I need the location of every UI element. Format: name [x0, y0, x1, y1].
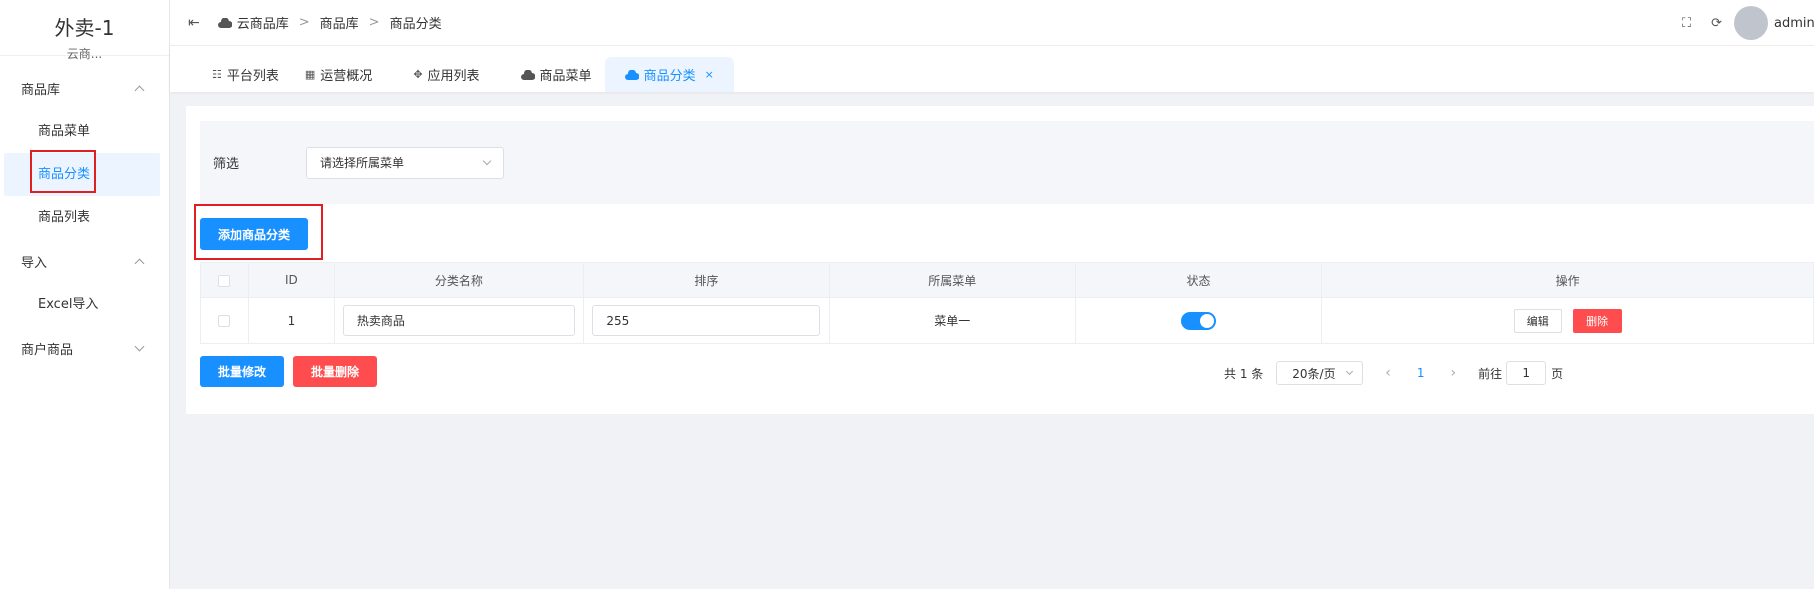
- sidebar-item-product-category[interactable]: 商品分类: [4, 150, 160, 196]
- sidebar-item-product-list[interactable]: 商品列表: [0, 196, 169, 239]
- sidebar: 外卖-1 云商... 商品库 商品菜单 商品分类 商品列表 导入 Excel导入…: [0, 0, 170, 589]
- column-header: 分类名称: [333, 262, 584, 298]
- page-number[interactable]: 1: [1417, 366, 1425, 380]
- collapse-menu-icon[interactable]: ⇤: [188, 15, 200, 31]
- pagination: 共 1 条 20条/页 ‹ 1 › 前往 1 页: [1224, 361, 1563, 385]
- chevron-down-icon: [482, 156, 492, 166]
- brand-title: 外卖-1: [54, 16, 115, 40]
- close-icon[interactable]: ×: [705, 68, 714, 81]
- tab-app-list[interactable]: ✥ 应用列表: [385, 57, 492, 92]
- goto-page-input[interactable]: 1: [1506, 361, 1547, 385]
- delete-button[interactable]: 删除: [1572, 308, 1622, 333]
- tabs-bar: ☷ 平台列表 ▦ 运营概况 ✥ 应用列表 商品菜单 商品分类 ×: [170, 46, 1814, 92]
- tab-operations-overview[interactable]: ▦ 运营概况: [292, 57, 385, 92]
- tab-product-menu[interactable]: 商品菜单: [493, 57, 605, 92]
- avatar[interactable]: [1734, 6, 1768, 40]
- sidebar-item-excel-import[interactable]: Excel导入: [0, 283, 169, 326]
- tab-label: 应用列表: [427, 69, 480, 84]
- prev-page-icon[interactable]: ‹: [1385, 365, 1391, 381]
- apps-icon: ✥: [413, 68, 423, 81]
- cloud-icon: [217, 17, 232, 28]
- tab-platform-list[interactable]: ☷ 平台列表: [199, 57, 292, 92]
- sidebar-group-merchant-products[interactable]: 商户商品: [0, 326, 169, 370]
- filter-bar: 筛选 请选择所属菜单: [200, 121, 1814, 204]
- row-select-cell: [200, 297, 249, 344]
- column-header: 操作: [1321, 262, 1814, 298]
- add-category-button[interactable]: 添加商品分类: [200, 218, 308, 250]
- next-page-icon[interactable]: ›: [1451, 365, 1457, 381]
- chevron-down-icon: [134, 341, 145, 351]
- tab-label: 平台列表: [226, 69, 279, 84]
- tab-product-category[interactable]: 商品分类 ×: [604, 57, 734, 92]
- column-header: 状态: [1074, 262, 1323, 298]
- select-placeholder: 请选择所属菜单: [320, 156, 405, 170]
- sidebar-group-product-library[interactable]: 商品库: [0, 66, 169, 110]
- table-header-row: ID 分类名称 排序 所属菜单 状态 操作: [200, 262, 1814, 298]
- fullscreen-icon[interactable]: ⛶: [1682, 16, 1691, 31]
- breadcrumb: 云商品库 > 商品库 > 商品分类: [217, 13, 442, 32]
- highlight-box: [30, 150, 96, 193]
- sort-cell: [582, 297, 830, 344]
- breadcrumb-separator: >: [298, 15, 310, 30]
- id-cell: 1: [247, 297, 335, 344]
- header-actions: ⛶ ⟳ admin: [1682, 0, 1814, 46]
- filter-label: 筛选: [213, 157, 240, 172]
- column-header: ID: [247, 262, 335, 298]
- goto-label: 前往: [1478, 366, 1503, 381]
- cloud-icon: [520, 69, 535, 80]
- status-toggle[interactable]: [1180, 311, 1216, 330]
- batch-edit-button[interactable]: 批量修改: [200, 356, 284, 387]
- tab-label: 运营概况: [320, 69, 373, 84]
- status-cell: [1074, 297, 1323, 344]
- sidebar-group-label: 商户商品: [21, 342, 74, 358]
- menu-cell: 菜单一: [828, 297, 1076, 344]
- main-card: 筛选 请选择所属菜单 添加商品分类 ID 分类名称 排序 所属菜单 状态 操作: [186, 106, 1814, 414]
- actions-cell: 编辑 删除: [1321, 297, 1814, 344]
- user-name[interactable]: admin: [1774, 16, 1814, 31]
- sidebar-item-product-menu[interactable]: 商品菜单: [0, 110, 169, 153]
- breadcrumb-separator: >: [368, 15, 380, 30]
- select-all-checkbox[interactable]: [218, 274, 231, 287]
- page-size-value: 20条/页: [1292, 366, 1336, 381]
- breadcrumb-item: 商品分类: [389, 17, 442, 32]
- select-all-cell: [200, 262, 249, 298]
- column-header: 所属菜单: [828, 262, 1076, 298]
- category-name-input[interactable]: [342, 305, 575, 336]
- sort-input[interactable]: [592, 305, 821, 336]
- chevron-up-icon: [134, 85, 145, 95]
- chevron-up-icon: [134, 258, 145, 268]
- breadcrumb-item[interactable]: 云商品库: [237, 13, 289, 32]
- name-cell: [333, 297, 584, 344]
- sidebar-group-import[interactable]: 导入: [0, 239, 169, 283]
- row-checkbox[interactable]: [218, 315, 231, 327]
- page-size-select[interactable]: 20条/页: [1276, 361, 1364, 385]
- toggle-knob: [1199, 313, 1214, 328]
- grid-icon: ▦: [304, 68, 316, 81]
- top-header: ⇤ 云商品库 > 商品库 > 商品分类 ⛶ ⟳ admin: [170, 0, 1814, 46]
- edit-button[interactable]: 编辑: [1513, 308, 1562, 333]
- column-header: 排序: [582, 262, 830, 298]
- refresh-icon[interactable]: ⟳: [1711, 16, 1722, 31]
- total-count: 共 1 条: [1224, 366, 1264, 381]
- category-table: ID 分类名称 排序 所属菜单 状态 操作 1 菜单一 编辑 删除: [200, 262, 1814, 344]
- sidebar-group-label: 导入: [21, 255, 48, 271]
- chevron-down-icon: [1346, 367, 1354, 376]
- sidebar-group-label: 商品库: [21, 82, 61, 98]
- batch-delete-button[interactable]: 批量删除: [293, 356, 377, 387]
- tab-label: 商品分类: [643, 69, 696, 84]
- page-unit: 页: [1551, 366, 1564, 381]
- table-row: 1 菜单一 编辑 删除: [200, 297, 1814, 344]
- list-icon: ☷: [212, 68, 222, 81]
- breadcrumb-item[interactable]: 商品库: [320, 13, 359, 32]
- cloud-icon: [624, 69, 639, 80]
- menu-select[interactable]: 请选择所属菜单: [306, 146, 504, 179]
- tab-label: 商品菜单: [539, 69, 592, 84]
- brand: 外卖-1 云商...: [0, 0, 169, 61]
